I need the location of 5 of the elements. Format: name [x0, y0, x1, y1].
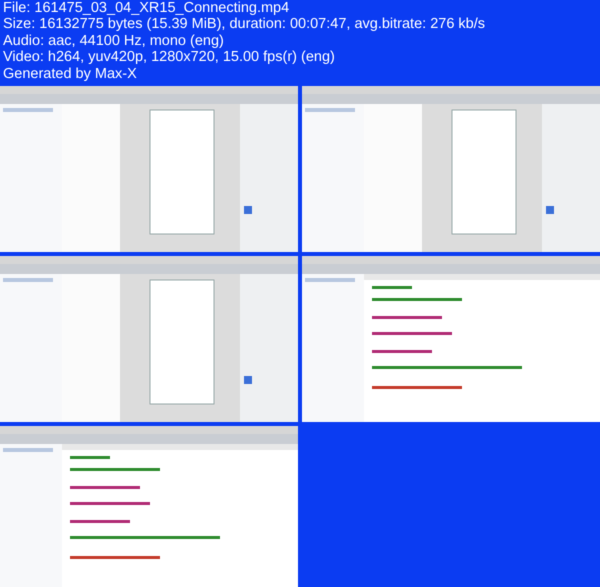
info-line: Size: 16132775 bytes (15.39 MiB), duration: 00:07:47, avg.bitrate: 276 kb/s — [3, 16, 486, 33]
info-line: Video: h264, yuv420p, 1280x720, 15.00 fps(r) (eng) — [3, 49, 335, 66]
info-line: File: 161475_03_04_XR15_Connecting.mp4 — [3, 0, 290, 16]
info-line: Audio: aac, 44100 Hz, mono (eng) — [3, 32, 224, 50]
info-line: Generated by Max-X — [3, 66, 137, 82]
